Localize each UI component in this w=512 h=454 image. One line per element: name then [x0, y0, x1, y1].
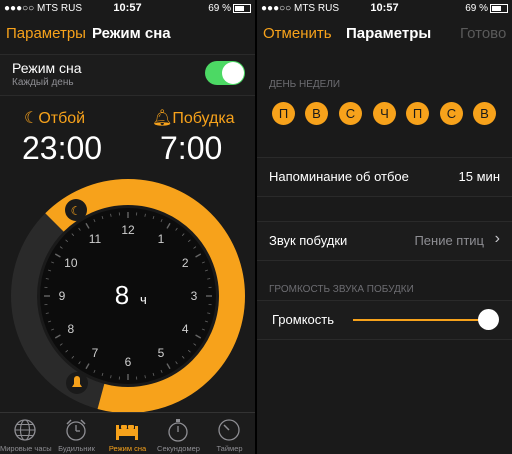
tab-label: Мировые часы	[0, 444, 52, 453]
day-sat[interactable]: С	[440, 102, 463, 125]
battery: 69 %	[208, 3, 251, 14]
weekday-header: ДЕНЬ НЕДЕЛИ	[269, 79, 341, 90]
bedtime-label-wrap: ☾Отбой	[24, 108, 85, 128]
back-button[interactable]: Параметры	[6, 25, 86, 42]
sleep-mode-row: Режим сна Каждый день	[0, 54, 255, 96]
page-title: Режим сна	[92, 25, 171, 42]
cancel-button[interactable]: Отменить	[263, 25, 332, 42]
tab-alarm[interactable]: Будильник	[51, 413, 102, 454]
sleep-panel: ●●●○○ MTS RUS 10:57 69 % Параметры Режим…	[0, 0, 255, 454]
status-bar: ●●●○○ MTS RUS 10:57 69 %	[0, 0, 255, 16]
clock-number: 7	[92, 346, 99, 360]
battery-text: 69 %	[208, 3, 231, 14]
tab-sleep[interactable]: Режим сна	[102, 413, 153, 454]
timer-icon	[218, 419, 240, 441]
battery: 69 %	[465, 3, 508, 14]
clock-number: 4	[182, 322, 189, 336]
wake-sound-row[interactable]: Звук побудки Пение птиц ›	[257, 221, 512, 261]
volume-slider-track[interactable]	[353, 319, 487, 321]
reminder-value: 15 мин	[458, 169, 500, 184]
tab-world-clock[interactable]: Мировые часы	[0, 413, 52, 454]
moon-icon: ☾	[71, 204, 82, 218]
sleep-mode-subtitle: Каждый день	[12, 77, 74, 88]
reminder-label: Напоминание об отбое	[269, 169, 409, 184]
bed-icon	[116, 425, 138, 440]
tab-label: Секундомер	[157, 444, 200, 453]
sleep-clock[interactable]: 121234567891011 8 ч ☾	[0, 168, 255, 412]
wakeup-label-wrap: 🔔︎Побудка	[152, 108, 235, 128]
clock-number: 9	[59, 289, 66, 303]
chevron-right-icon: ›	[494, 230, 500, 247]
options-panel: ●●●○○ MTS RUS 10:57 69 % Отменить Параме…	[257, 0, 512, 454]
switch-knob	[222, 62, 244, 84]
clock-number: 8	[67, 322, 74, 336]
reminder-row[interactable]: Напоминание об отбое 15 мин	[257, 157, 512, 197]
clock-number: 1	[158, 232, 165, 246]
moon-icon: ☾	[24, 110, 39, 127]
sleep-mode-switch[interactable]	[205, 61, 245, 85]
day-sun[interactable]: В	[473, 102, 496, 125]
volume-header: ГРОМКОСТЬ ЗВУКА ПОБУДКИ	[269, 284, 414, 295]
bedtime-value: 23:00	[22, 130, 103, 166]
globe-icon	[14, 419, 36, 441]
day-mon[interactable]: П	[272, 102, 295, 125]
wakeup-label: Побудка	[172, 110, 235, 127]
wake-sound-value: Пение птиц	[414, 233, 484, 248]
clock-number: 11	[89, 232, 102, 246]
clock-number: 12	[121, 223, 135, 237]
wakeup-handle[interactable]	[66, 372, 88, 394]
page-title: Параметры	[346, 25, 432, 42]
tab-label: Таймер	[216, 444, 243, 453]
sleep-mode-title: Режим сна	[12, 60, 82, 76]
clock-number: 6	[125, 355, 132, 369]
tab-stopwatch[interactable]: Секундомер	[153, 413, 204, 454]
tab-label: Режим сна	[108, 444, 147, 453]
day-thu[interactable]: Ч	[373, 102, 396, 125]
alarm-clock-icon	[66, 419, 86, 441]
duration-unit: ч	[140, 292, 147, 307]
volume-label: Громкость	[272, 312, 334, 327]
clock-number: 10	[64, 256, 78, 270]
status-bar: ●●●○○ MTS RUS 10:57 69 %	[257, 0, 512, 16]
battery-text: 69 %	[465, 3, 488, 14]
battery-icon	[490, 3, 508, 13]
duration-value: 8	[115, 280, 129, 310]
nav-bar: Параметры Режим сна	[0, 18, 255, 48]
day-wed[interactable]: С	[339, 102, 362, 125]
tab-timer[interactable]: Таймер	[204, 413, 255, 454]
tab-bar: Мировые часы Будильник Режим сна Секундо…	[0, 412, 255, 454]
volume-slider-thumb[interactable]	[478, 309, 499, 330]
clock-number: 2	[182, 256, 189, 270]
day-fri[interactable]: П	[406, 102, 429, 125]
tab-label: Будильник	[58, 444, 95, 453]
volume-row: Громкость	[257, 300, 512, 340]
done-button[interactable]: Готово	[460, 25, 506, 42]
day-tue[interactable]: В	[305, 102, 328, 125]
bell-icon: 🔔︎	[152, 110, 173, 127]
nav-bar: Отменить Параметры Готово	[257, 18, 512, 48]
battery-icon	[233, 3, 251, 13]
wakeup-value: 7:00	[160, 130, 223, 166]
wake-sound-label: Звук побудки	[269, 233, 348, 248]
clock-number: 5	[158, 346, 165, 360]
clock-number: 3	[191, 289, 198, 303]
bedtime-label: Отбой	[38, 110, 86, 127]
bedtime-handle[interactable]: ☾	[65, 199, 87, 221]
stopwatch-icon	[168, 419, 188, 442]
